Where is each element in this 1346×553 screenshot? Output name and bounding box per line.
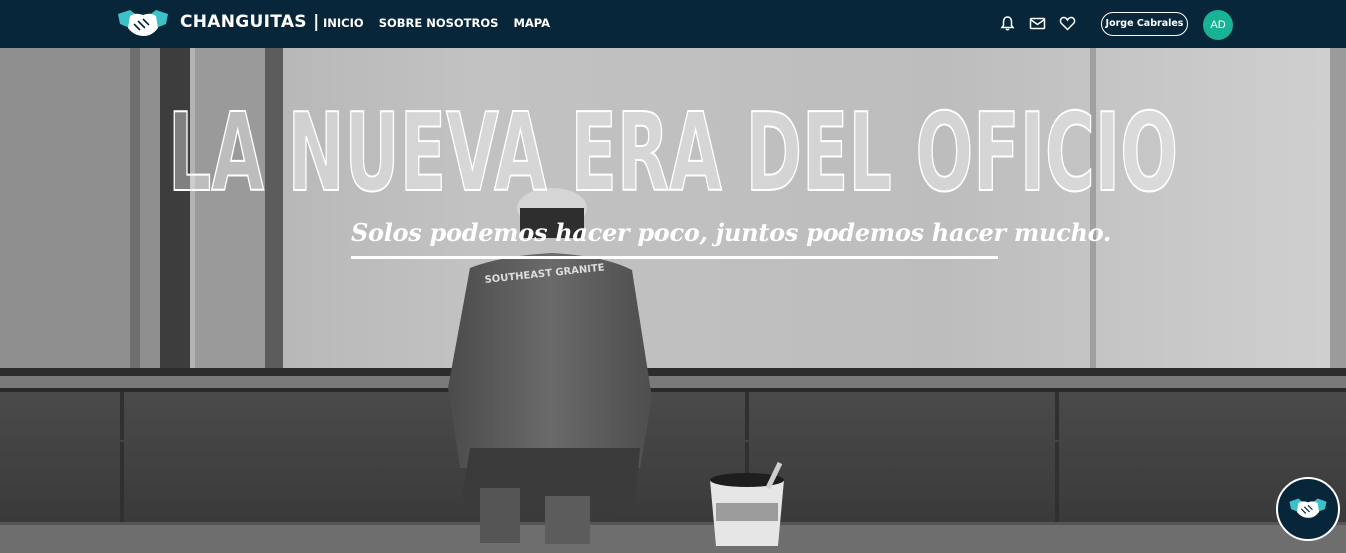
user-profile-button[interactable]: Jorge Cabrales xyxy=(1101,12,1188,36)
main-nav: INICIO SOBRE NOSOTROS MAPA xyxy=(323,16,565,30)
mail-icon[interactable] xyxy=(1029,15,1046,32)
bell-icon[interactable] xyxy=(999,15,1016,32)
handshake-fab-button[interactable] xyxy=(1276,477,1340,541)
handshake-logo-icon[interactable] xyxy=(116,6,170,42)
tagline-underline xyxy=(351,256,998,259)
brand-name[interactable]: CHANGUITAS | xyxy=(180,12,320,32)
nav-inicio[interactable]: INICIO xyxy=(323,16,364,30)
heart-icon[interactable] xyxy=(1059,15,1076,32)
headline-text: LA NUEVA ERA DEL OFICIO xyxy=(168,91,1178,208)
nav-sobre-nosotros[interactable]: SOBRE NOSOTROS xyxy=(379,16,499,30)
avatar[interactable]: AD xyxy=(1203,10,1233,40)
handshake-icon xyxy=(1289,498,1327,518)
navbar: CHANGUITAS | INICIO SOBRE NOSOTROS MAPA … xyxy=(0,0,1346,48)
hero-banner: SOUTHEAST GRANITE LA NUEVA ERA DEL OFICI… xyxy=(0,48,1346,553)
hero-headline: LA NUEVA ERA DEL OFICIO xyxy=(0,78,1346,208)
nav-mapa[interactable]: MAPA xyxy=(513,16,550,30)
hero-tagline: Solos podemos hacer poco, juntos podemos… xyxy=(351,218,1111,247)
